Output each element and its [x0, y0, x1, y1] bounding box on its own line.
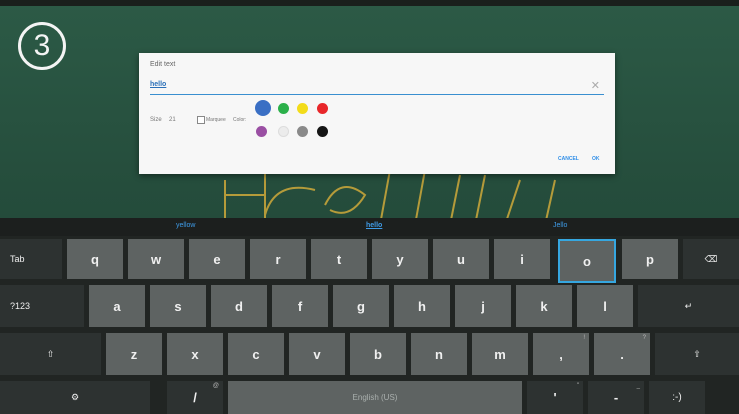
key-comma-hint: ! [583, 335, 585, 341]
key-i[interactable]: i [494, 239, 550, 279]
enter-key[interactable]: ↵ [638, 285, 739, 327]
key-y[interactable]: y [372, 239, 428, 279]
key-u[interactable]: u [433, 239, 489, 279]
key-slash-hint: @ [212, 383, 219, 389]
color-swatch-blue[interactable] [255, 100, 271, 116]
key-comma[interactable]: , ! [533, 333, 589, 375]
symbols-key[interactable]: ?123 [0, 285, 84, 327]
key-s[interactable]: s [150, 285, 206, 327]
key-x[interactable]: x [167, 333, 223, 375]
key-j[interactable]: j [455, 285, 511, 327]
key-h[interactable]: h [394, 285, 450, 327]
close-icon[interactable]: ✕ [591, 79, 600, 92]
key-period[interactable]: . ? [594, 333, 650, 375]
key-o[interactable]: o [558, 239, 616, 283]
top-bar [0, 0, 739, 6]
color-swatch-green[interactable] [278, 103, 289, 114]
step-number-badge: 3 [18, 22, 66, 70]
key-b[interactable]: b [350, 333, 406, 375]
key-q[interactable]: q [67, 239, 123, 279]
key-l[interactable]: l [577, 285, 633, 327]
key-apostrophe[interactable]: ' " [527, 381, 583, 414]
key-t[interactable]: t [311, 239, 367, 279]
key-dash[interactable]: - _ [588, 381, 644, 414]
key-w[interactable]: w [128, 239, 184, 279]
cancel-button[interactable]: CANCEL [558, 156, 579, 162]
key-apostrophe-label: ' [553, 390, 557, 405]
edit-text-dialog: Edit text hello ✕ Size 21 Marquee Color:… [139, 53, 615, 174]
key-r[interactable]: r [250, 239, 306, 279]
size-value[interactable]: 21 [169, 117, 176, 123]
key-m[interactable]: m [472, 333, 528, 375]
key-c[interactable]: c [228, 333, 284, 375]
key-f[interactable]: f [272, 285, 328, 327]
key-d[interactable]: d [211, 285, 267, 327]
key-e[interactable]: e [189, 239, 245, 279]
backspace-key[interactable]: ⌫ [683, 239, 739, 279]
key-g[interactable]: g [333, 285, 389, 327]
settings-key[interactable]: ⚙ [0, 381, 150, 414]
size-label: Size [150, 117, 162, 123]
color-swatch-yellow[interactable] [297, 103, 308, 114]
suggestion-hello[interactable]: hello [366, 222, 382, 229]
dialog-title: Edit text [150, 61, 176, 68]
color-swatch-gray[interactable] [297, 126, 308, 137]
text-input-field[interactable]: hello ✕ [150, 79, 604, 95]
key-dash-label: - [613, 390, 619, 405]
marquee-checkbox[interactable] [197, 116, 205, 124]
color-swatch-white[interactable] [278, 126, 289, 137]
key-slash[interactable]: / @ [167, 381, 223, 414]
shift-left-key[interactable]: ⇧ [0, 333, 101, 375]
shift-right-key[interactable]: ⇧ [655, 333, 739, 375]
text-input-value: hello [150, 81, 167, 88]
color-swatch-black[interactable] [317, 126, 328, 137]
ok-button[interactable]: OK [592, 156, 600, 162]
key-a[interactable]: a [89, 285, 145, 327]
color-swatch-red[interactable] [317, 103, 328, 114]
emoji-key[interactable]: :-) [649, 381, 705, 414]
key-apostrophe-hint: " [576, 383, 579, 389]
suggestion-jello[interactable]: Jello [553, 222, 567, 229]
marquee-label: Marquee [206, 117, 226, 123]
tab-key[interactable]: Tab [0, 239, 62, 279]
spacebar[interactable]: English (US) [228, 381, 522, 414]
key-dash-hint: _ [636, 383, 640, 389]
key-comma-label: , [559, 346, 563, 362]
key-v[interactable]: v [289, 333, 345, 375]
key-slash-label: / [193, 390, 197, 405]
key-period-label: . [620, 346, 624, 362]
key-p[interactable]: p [622, 239, 678, 279]
color-swatch-purple[interactable] [256, 126, 267, 137]
color-label: Color: [233, 117, 247, 123]
key-n[interactable]: n [411, 333, 467, 375]
suggestion-yellow[interactable]: yellow [176, 222, 195, 229]
key-period-hint: ? [642, 335, 646, 341]
key-k[interactable]: k [516, 285, 572, 327]
key-z[interactable]: z [106, 333, 162, 375]
screen: 3 Edit text hello ✕ Size 21 Marquee Colo… [0, 0, 739, 414]
